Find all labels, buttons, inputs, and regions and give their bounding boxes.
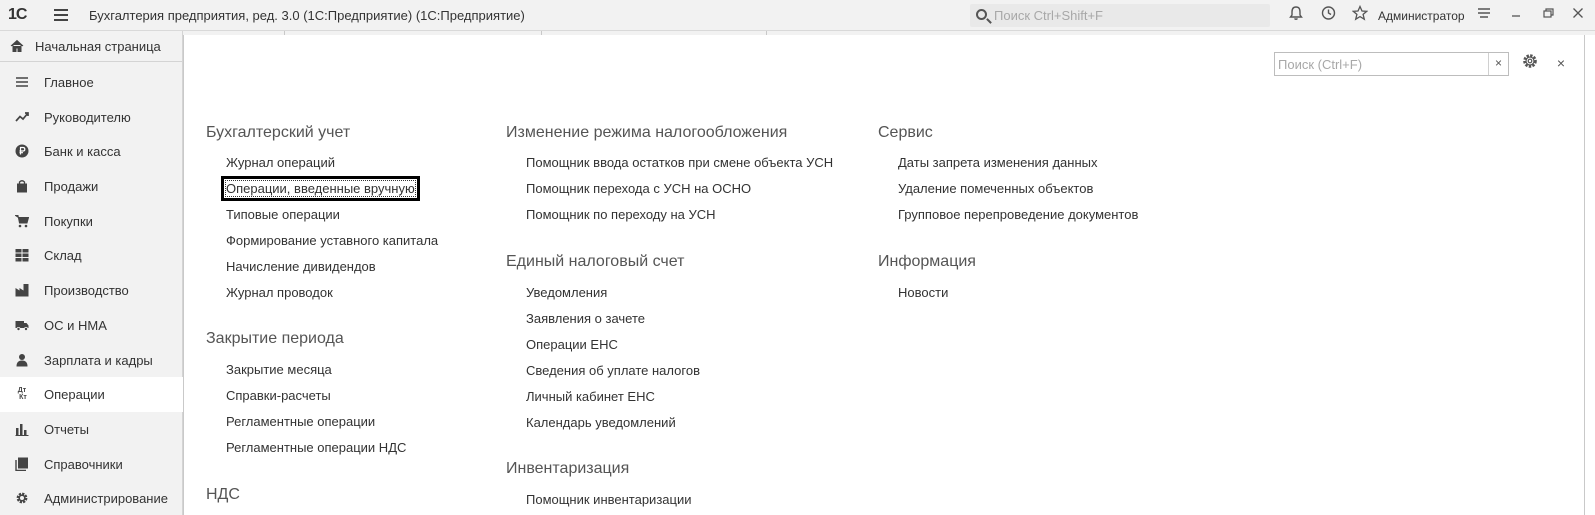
group-title-tax-regime: Изменение режима налогообложения xyxy=(506,124,788,141)
sidebar-item-label: Отчеты xyxy=(44,421,89,437)
bar-chart-icon xyxy=(14,422,30,438)
link-tax-payment-info[interactable]: Сведения об уплате налогов xyxy=(526,363,700,378)
sidebar-item-sales[interactable]: Продажи xyxy=(0,169,183,204)
trend-icon xyxy=(14,110,30,126)
main-menu-icon[interactable] xyxy=(54,9,68,21)
link-ens-operations[interactable]: Операции ЕНС xyxy=(526,337,618,352)
sidebar-item-catalogs[interactable]: Справочники xyxy=(0,447,183,482)
link-routine-operations[interactable]: Регламентные операции xyxy=(226,414,375,429)
truck-icon xyxy=(14,318,30,334)
sidebar-item-operations[interactable]: Дт Кт Операции xyxy=(0,377,183,412)
link-manual-operations[interactable]: Операции, введенные вручную xyxy=(221,176,420,201)
panel-search-input[interactable] xyxy=(1278,56,1483,72)
link-month-closing[interactable]: Закрытие месяца xyxy=(226,362,332,377)
group-title-inventory: Инвентаризация xyxy=(506,460,630,477)
link-inventory-assistant[interactable]: Помощник инвентаризации xyxy=(526,492,691,507)
panel-settings-icon[interactable] xyxy=(1520,52,1540,74)
ruble-coin-icon xyxy=(14,144,30,160)
link-usn-to-osno[interactable]: Помощник перехода с УСН на ОСНО xyxy=(526,181,751,196)
link-notifications[interactable]: Уведомления xyxy=(526,285,607,300)
home-label: Начальная страница xyxy=(35,39,161,54)
sidebar-item-purchases[interactable]: Покупки xyxy=(0,204,183,239)
settings-lines-icon[interactable] xyxy=(1474,5,1494,25)
link-share-capital[interactable]: Формирование уставного капитала xyxy=(226,233,438,248)
link-group-reposting[interactable]: Групповое перепроведение документов xyxy=(898,207,1138,222)
star-icon[interactable] xyxy=(1350,4,1370,25)
panel-close-button[interactable]: × xyxy=(1552,52,1570,74)
sidebar-item-reports[interactable]: Отчеты xyxy=(0,412,183,447)
sidebar-item-label: Справочники xyxy=(44,456,123,472)
section-nav: Главное Руководителю Банк и касса Продаж… xyxy=(0,65,183,515)
sidebar-item-salary[interactable]: Зарплата и кадры xyxy=(0,343,183,378)
clear-search-button[interactable]: × xyxy=(1488,53,1508,75)
window-title: Бухгалтерия предприятия, ред. 3.0 (1С:Пр… xyxy=(89,8,525,23)
sidebar-item-label: Зарплата и кадры xyxy=(44,352,153,368)
link-news[interactable]: Новости xyxy=(898,285,948,300)
group-title-accounting: Бухгалтерский учет xyxy=(206,124,351,141)
person-icon xyxy=(14,353,30,369)
global-search-input[interactable] xyxy=(994,7,1264,24)
home-page-tab[interactable]: Начальная страница xyxy=(0,31,183,62)
link-offset-applications[interactable]: Заявления о зачете xyxy=(526,311,645,326)
sidebar-item-label: ОС и НМА xyxy=(44,317,107,333)
history-icon[interactable] xyxy=(1318,5,1338,25)
sidebar-item-warehouse[interactable]: Склад xyxy=(0,238,183,273)
group-title-closing: Закрытие периода xyxy=(206,330,344,347)
menu-lines-icon xyxy=(14,75,30,91)
link-entries-journal[interactable]: Журнал проводок xyxy=(226,285,333,300)
search-icon xyxy=(976,9,987,20)
link-ens-account[interactable]: Личный кабинет ЕНС xyxy=(526,389,655,404)
link-routine-operations-vat[interactable]: Регламентные операции НДС xyxy=(226,440,406,455)
shopping-bag-icon xyxy=(14,179,30,195)
sidebar-item-label: Руководителю xyxy=(44,109,131,125)
sidebar-item-admin[interactable]: Администрирование xyxy=(0,481,183,515)
sidebar-item-label: Банк и касса xyxy=(44,144,121,160)
cart-icon xyxy=(13,214,30,230)
sidebar-item-label: Главное xyxy=(44,75,94,90)
debit-credit-icon: Дт Кт xyxy=(17,387,27,402)
sidebar-item-label: Производство xyxy=(44,283,129,299)
home-icon xyxy=(9,38,25,54)
group-title-info: Информация xyxy=(878,253,976,270)
link-to-usn[interactable]: Помощник по переходу на УСН xyxy=(526,207,716,222)
sidebar-item-bank[interactable]: Банк и касса xyxy=(0,134,183,169)
link-manual-operations-label: Операции, введенные вручную xyxy=(225,180,416,197)
gear-icon xyxy=(14,491,30,507)
sidebar-item-main[interactable]: Главное xyxy=(0,65,183,100)
sidebar-item-label: Продажи xyxy=(44,179,99,195)
sidebar-item-production[interactable]: Производство xyxy=(0,273,183,308)
title-bar: 1С Бухгалтерия предприятия, ред. 3.0 (1С… xyxy=(0,0,1595,31)
group-title-service: Сервис xyxy=(878,124,933,141)
operations-panel: × × Бухгалтерский учет Журнал операций О… xyxy=(183,35,1585,515)
sidebar-item-label: Администрирование xyxy=(44,491,168,507)
factory-icon xyxy=(14,283,30,299)
link-typical-operations[interactable]: Типовые операции xyxy=(226,207,340,222)
link-lock-dates[interactable]: Даты запрета изменения данных xyxy=(898,155,1097,170)
close-icon[interactable] xyxy=(1568,5,1588,25)
sidebar: Начальная страница Главное Руководителю … xyxy=(0,31,183,515)
warehouse-grid-icon xyxy=(14,248,30,264)
panel-search[interactable]: × xyxy=(1274,52,1509,76)
books-icon xyxy=(14,457,30,473)
link-delete-marked[interactable]: Удаление помеченных объектов xyxy=(898,181,1093,196)
sidebar-item-label: Покупки xyxy=(44,213,93,229)
sidebar-item-label: Операции xyxy=(44,387,105,403)
user-name[interactable]: Администратор xyxy=(1378,9,1465,23)
bell-icon[interactable] xyxy=(1286,5,1306,25)
group-title-vat: НДС xyxy=(206,486,240,503)
group-title-ens: Единый налоговый счет xyxy=(506,253,685,270)
link-operations-journal[interactable]: Журнал операций xyxy=(226,155,335,170)
link-dividends[interactable]: Начисление дивидендов xyxy=(226,259,376,274)
link-notifications-calendar[interactable]: Календарь уведомлений xyxy=(526,415,676,430)
sidebar-item-manager[interactable]: Руководителю xyxy=(0,100,183,135)
global-search[interactable] xyxy=(970,4,1270,27)
sidebar-item-label: Склад xyxy=(44,248,82,264)
restore-icon[interactable] xyxy=(1538,5,1558,25)
app-logo: 1С xyxy=(8,6,27,23)
sidebar-item-fixed-assets[interactable]: ОС и НМА xyxy=(0,308,183,343)
link-reference-calculations[interactable]: Справки-расчеты xyxy=(226,388,331,403)
link-usn-balance-assistant[interactable]: Помощник ввода остатков при смене объект… xyxy=(526,155,833,170)
minimize-icon[interactable] xyxy=(1506,5,1526,25)
